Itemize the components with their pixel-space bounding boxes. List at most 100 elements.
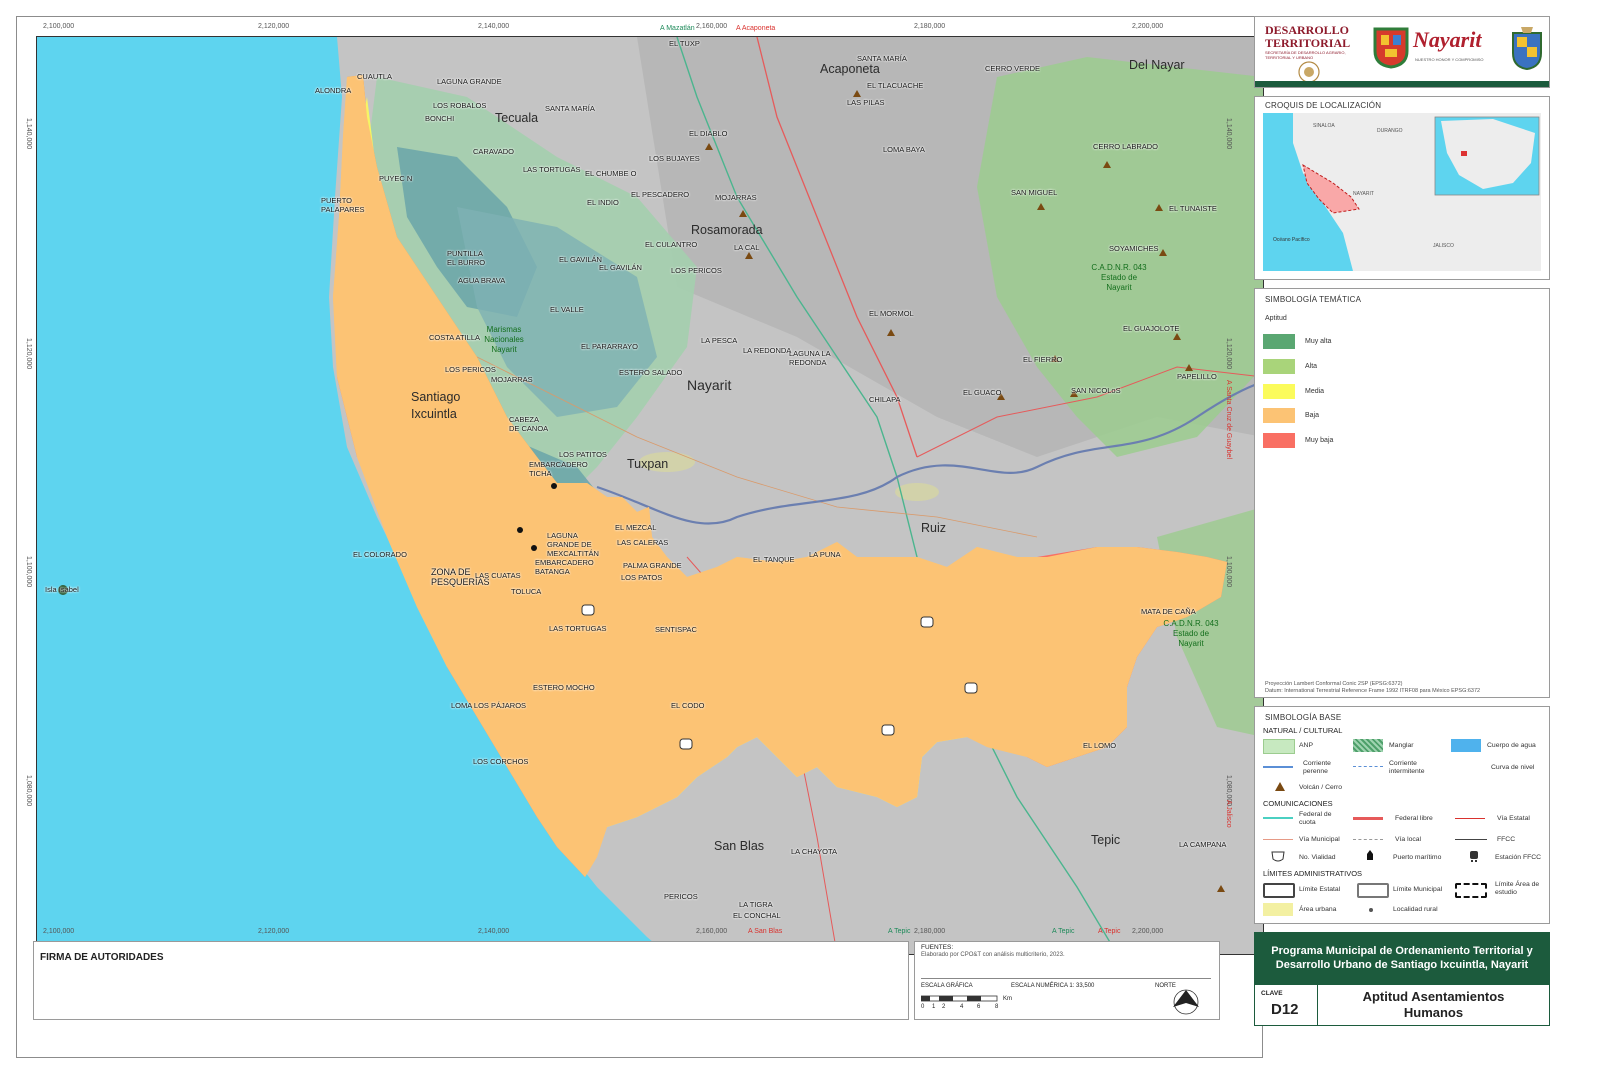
- locality-label: CERRO LABRADO: [1093, 142, 1159, 151]
- programa-title: Programa Municipal de Ordenamiento Terri…: [1271, 945, 1533, 971]
- via-municipal-line: [1263, 839, 1293, 840]
- coord-label: 2,160,000: [696, 928, 728, 935]
- locality-label: LOMA LOS PÁJAROS: [451, 701, 527, 710]
- header-green-bar: [1255, 81, 1549, 87]
- locality-label: EL TUXP: [669, 39, 700, 48]
- coord-label: 1,120,000: [1225, 338, 1232, 370]
- locality-label: SAN NICOLoS: [1071, 386, 1121, 395]
- locality-label: LAS CALERAS: [617, 538, 669, 547]
- coord-label: 2,200,000: [1132, 928, 1164, 935]
- locality-label: EL DIABLO: [689, 129, 728, 138]
- cuerpo-agua-swatch: [1451, 739, 1481, 752]
- legend-label: Muy alta: [1305, 337, 1332, 345]
- croquis-label: DURANGO: [1377, 128, 1403, 134]
- state-shield-icon: [1512, 27, 1542, 71]
- locality-label: LA PESCA: [701, 336, 738, 345]
- legend-swatch: [1263, 383, 1295, 399]
- ffcc-line: [1455, 839, 1487, 840]
- croquis-label: NAYARIT: [1353, 191, 1374, 197]
- volcan-icon: [1275, 782, 1285, 791]
- edge-label-tepic: A Tepic: [1098, 928, 1121, 935]
- coord-label: 1,140,000: [25, 118, 32, 150]
- localidad-rural-label: Localidad rural: [1393, 906, 1438, 913]
- coord-label: 2,120,000: [258, 23, 290, 30]
- ffcc-label: FFCC: [1497, 836, 1516, 843]
- map-frame[interactable]: Acaponeta Del Nayar Tecuala Rosamorada N…: [36, 36, 1264, 955]
- scale-tick: 1: [932, 1004, 936, 1010]
- locality-label: EL CODO: [671, 701, 705, 710]
- locality-label: BONCHI: [425, 114, 455, 123]
- corriente-intermitente-label: Corriente intermitente: [1389, 760, 1425, 775]
- territorial-logo-text: TERRITORIAL: [1265, 36, 1351, 50]
- edge-label-tepic: A Tepic: [888, 928, 911, 935]
- coord-label: 2,100,000: [43, 23, 75, 30]
- corriente-perenne-label: Corriente perenne: [1303, 760, 1331, 775]
- sedatu-subtitle: SECRETARÍA DE DESARROLLO AGRARIO, TERRIT…: [1265, 50, 1346, 60]
- locality-label: COSTA ATILLA: [429, 333, 480, 342]
- locality-label: LAGUNA GRANDE: [437, 77, 502, 86]
- locality-label: SANTA MARÍA: [545, 104, 595, 113]
- shield-icon: [1271, 851, 1285, 862]
- limite-area-symbol: [1455, 883, 1487, 898]
- corriente-intermitente-line: [1353, 766, 1383, 767]
- federal-libre-label: Federal libre: [1395, 815, 1433, 822]
- coord-label: 2,120,000: [258, 928, 290, 935]
- manglar-swatch: [1353, 739, 1383, 752]
- estacion-label: Estación FFCC: [1495, 854, 1542, 861]
- locality-label: EL FIERRO: [1023, 355, 1063, 364]
- coord-label: 2,180,000: [914, 928, 946, 935]
- legend-label: Muy baja: [1305, 436, 1334, 444]
- via-estatal-label: Vía Estatal: [1497, 815, 1530, 822]
- croquis-label: JALISCO: [1433, 243, 1454, 249]
- cadnr-label: C.A.D.N.R. 043 Estado de Nayarit: [1091, 263, 1147, 292]
- coord-label: 2,200,000: [1132, 23, 1164, 30]
- locality-label: LOS PERICOS: [445, 365, 496, 374]
- legend-item-baja: Baja: [1263, 407, 1319, 423]
- coord-label: 2,160,000: [696, 23, 728, 30]
- locality-label: MOJARRAS: [715, 193, 757, 202]
- locality-label: CUAUTLA: [357, 72, 393, 81]
- edge-label-san-blas: A San Blas: [748, 928, 783, 935]
- locality-label: LA CHAYOTA: [791, 847, 837, 856]
- limite-estatal-label: Límite Estatal: [1299, 886, 1341, 893]
- locality-label: MOJARRAS: [491, 375, 533, 384]
- anchor-icon: [1367, 850, 1373, 860]
- locality-label: LA PUNA: [809, 550, 841, 559]
- fuentes-title: FUENTES:: [921, 944, 954, 951]
- locality-label: LAS PILAS: [847, 98, 885, 107]
- locality-label: CERRO VERDE: [985, 64, 1041, 73]
- cuerpo-agua-label: Cuerpo de agua: [1487, 742, 1536, 749]
- map-title: Aptitud Asentamientos Humanos: [1362, 989, 1505, 1020]
- limite-municipal-symbol: [1357, 883, 1389, 898]
- locality-label: CARAVADO: [473, 147, 514, 156]
- anp-label: Marismas Nacionales Nayarit: [484, 325, 524, 354]
- locality-label: MATA DE CAÑA: [1141, 607, 1196, 616]
- city-label: San Blas: [714, 839, 765, 853]
- locality-label: LA REDONDA: [743, 346, 792, 355]
- locality-label: EL MORMOL: [869, 309, 914, 318]
- federal-libre-line: [1353, 817, 1383, 820]
- cadnr-label: C.A.D.N.R. 043 Estado de Nayarit: [1163, 619, 1219, 648]
- city-label: Rosamorada: [691, 223, 763, 237]
- via-local-line: [1353, 839, 1383, 840]
- city-label: Tuxpan: [627, 457, 669, 471]
- tematica-title: SIMBOLOGÍA TEMÁTICA: [1265, 295, 1362, 304]
- anp-label: ANP: [1299, 742, 1313, 749]
- locality-label: ALONDRA: [315, 86, 352, 95]
- city-label: Tepic: [1091, 833, 1121, 847]
- legend-label: Alta: [1305, 362, 1318, 370]
- locality-label: EL INDIO: [587, 198, 619, 207]
- clave-label: CLAVE: [1261, 990, 1283, 997]
- city-label: Nayarit: [687, 377, 732, 393]
- federal-cuota-label: Federal de cuota: [1299, 811, 1332, 826]
- localidad-rural-dot: [1369, 908, 1373, 912]
- map-title-cell: Aptitud Asentamientos Humanos: [1318, 984, 1550, 1026]
- locality-label: SANTA MARÍA: [857, 54, 907, 63]
- manglar-label: Manglar: [1389, 742, 1414, 749]
- legend-item-media: Media: [1263, 383, 1324, 399]
- locality-label: LA CAMPANA: [1179, 840, 1227, 849]
- locality-label: CABEZA DE CANOA: [509, 415, 549, 433]
- coord-label: 2,100,000: [43, 928, 75, 935]
- north-arrow-icon: [1173, 989, 1199, 1015]
- city-label: Del Nayar: [1129, 58, 1185, 72]
